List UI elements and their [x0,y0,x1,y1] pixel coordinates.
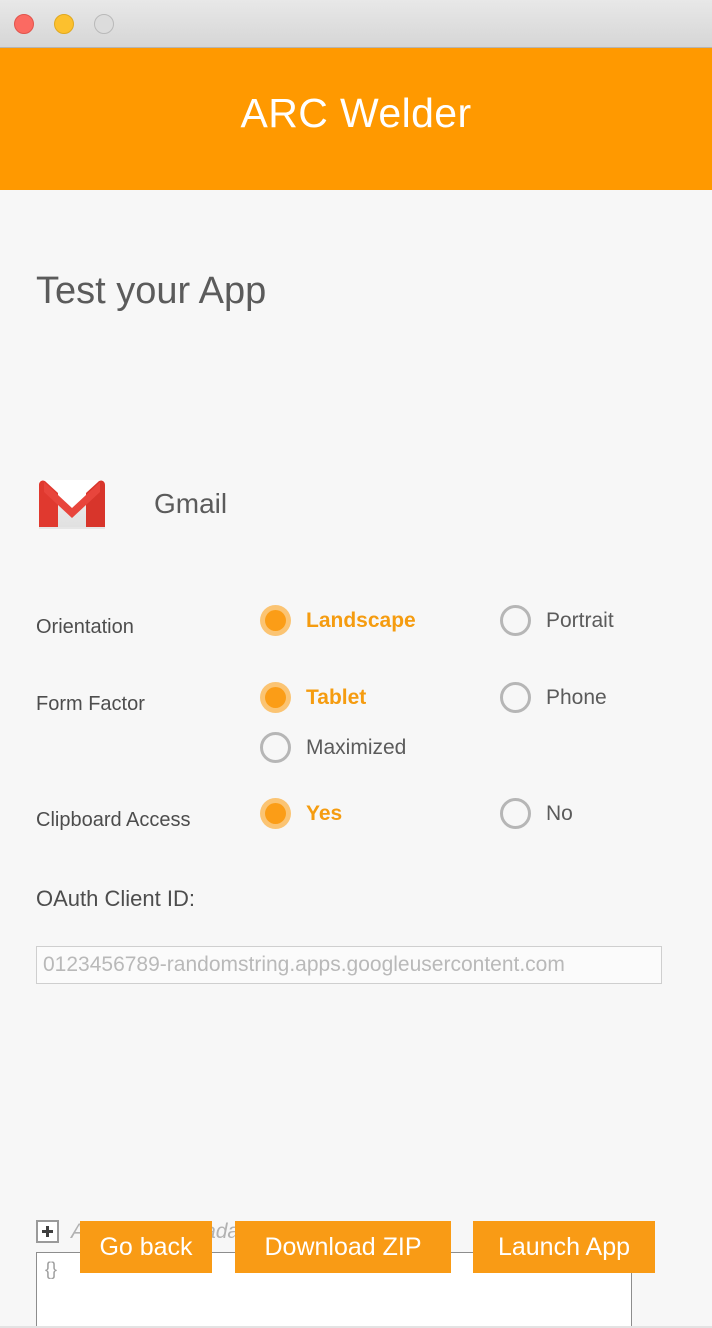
page-body: Test your App Gmail Orientation Landscap… [0,190,712,1328]
window-titlebar [0,0,712,48]
download-zip-button[interactable]: Download ZIP [235,1221,451,1273]
option-label-orientation: Orientation [36,616,134,638]
radio-phone-icon[interactable] [500,682,531,713]
arc-welder-window: ARC Welder Test your App Gmail Orientati… [0,0,712,1328]
launch-app-button[interactable]: Launch App [473,1221,655,1273]
option-label-form-factor: Form Factor [36,693,145,715]
go-back-button[interactable]: Go back [80,1221,212,1273]
radio-option-clipboard-no[interactable]: No [500,798,573,829]
oauth-client-id-input[interactable] [36,946,662,984]
radio-landscape-icon[interactable] [260,605,291,636]
radio-label-landscape: Landscape [306,608,416,632]
app-summary-row: Gmail [36,475,227,533]
radio-yes-icon[interactable] [260,798,291,829]
radio-label-portrait: Portrait [546,608,614,632]
app-header-bar: ARC Welder [0,48,712,190]
radio-option-phone[interactable]: Phone [500,682,607,713]
radio-option-landscape[interactable]: Landscape [260,605,416,636]
app-title: ARC Welder [240,90,472,136]
window-zoom-button[interactable] [94,14,114,34]
radio-portrait-icon[interactable] [500,605,531,636]
radio-option-maximized[interactable]: Maximized [260,732,406,763]
radio-no-icon[interactable] [500,798,531,829]
action-button-bar: Go back Download ZIP Launch App [0,1221,712,1281]
page-title: Test your App [36,270,267,312]
radio-option-tablet[interactable]: Tablet [260,682,366,713]
radio-label-phone: Phone [546,685,607,709]
radio-label-tablet: Tablet [306,685,367,709]
radio-option-clipboard-yes[interactable]: Yes [260,798,342,829]
oauth-client-id-label: OAuth Client ID: [36,886,195,911]
radio-label-no: No [546,801,573,825]
radio-maximized-icon[interactable] [260,732,291,763]
option-label-clipboard-access: Clipboard Access [36,809,191,831]
radio-tablet-icon[interactable] [260,682,291,713]
radio-label-yes: Yes [306,801,343,825]
radio-option-portrait[interactable]: Portrait [500,605,614,636]
radio-label-maximized: Maximized [306,735,407,759]
window-minimize-button[interactable] [54,14,74,34]
option-row-orientation: Orientation Landscape Portrait [36,605,696,649]
window-close-button[interactable] [14,14,34,34]
option-row-clipboard-access: Clipboard Access Yes No [36,798,696,842]
gmail-icon [39,480,105,529]
option-row-form-factor: Form Factor Tablet Phone Maximized [36,682,696,802]
app-name: Gmail [154,488,228,519]
